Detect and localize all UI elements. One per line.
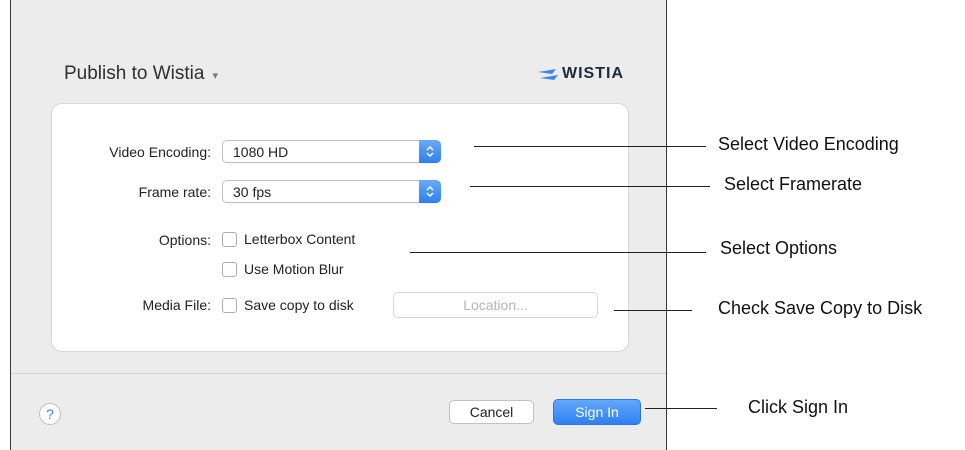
callout-leader-encoding: [474, 146, 706, 147]
publish-dialog: Publish to Wistia ▾ WISTIA Video Encodin…: [10, 0, 667, 450]
location-button[interactable]: Location...: [393, 292, 598, 318]
dialog-title-menu[interactable]: Publish to Wistia ▾: [64, 63, 218, 85]
dialog-title: Publish to Wistia: [64, 63, 205, 84]
callout-save-copy: Check Save Copy to Disk: [718, 298, 923, 318]
frame-rate-label: Frame rate:: [138, 184, 211, 200]
motion-blur-label[interactable]: Use Motion Blur: [244, 261, 344, 277]
letterbox-checkbox[interactable]: [222, 232, 237, 247]
footer-divider: [11, 373, 666, 374]
callout-leader-sign-in: [645, 408, 717, 409]
options-label: Options:: [158, 232, 211, 248]
settings-panel: Video Encoding: 1080 HD Frame rate: 30 f…: [51, 103, 629, 352]
video-encoding-label: Video Encoding:: [109, 144, 211, 160]
cancel-button[interactable]: Cancel: [449, 400, 534, 424]
callout-leader-framerate: [470, 186, 710, 187]
up-down-arrows-icon: [419, 140, 441, 163]
help-button[interactable]: ?: [39, 403, 61, 425]
save-copy-label[interactable]: Save copy to disk: [244, 297, 354, 313]
chevron-down-icon: ▾: [212, 70, 218, 82]
up-down-arrows-icon: [419, 180, 441, 203]
callout-encoding: Select Video Encoding: [718, 134, 899, 154]
frame-rate-value: 30 fps: [233, 184, 272, 200]
wistia-logo: WISTIA: [537, 65, 624, 83]
sign-in-button[interactable]: Sign In: [553, 399, 641, 425]
letterbox-label[interactable]: Letterbox Content: [244, 231, 355, 247]
video-encoding-value: 1080 HD: [233, 144, 289, 160]
video-encoding-select[interactable]: 1080 HD: [222, 140, 441, 163]
frame-rate-select[interactable]: 30 fps: [222, 180, 441, 203]
callout-framerate: Select Framerate: [724, 174, 863, 194]
save-copy-checkbox[interactable]: [222, 298, 237, 313]
media-file-label: Media File:: [142, 297, 211, 313]
callout-sign-in: Click Sign In: [748, 397, 849, 417]
motion-blur-checkbox[interactable]: [222, 262, 237, 277]
callout-leader-save-copy: [614, 310, 692, 311]
callout-options: Select Options: [720, 238, 838, 258]
callout-leader-options: [410, 252, 706, 253]
logo-text: WISTIA: [562, 65, 624, 82]
wistia-logo-icon: [538, 69, 558, 80]
